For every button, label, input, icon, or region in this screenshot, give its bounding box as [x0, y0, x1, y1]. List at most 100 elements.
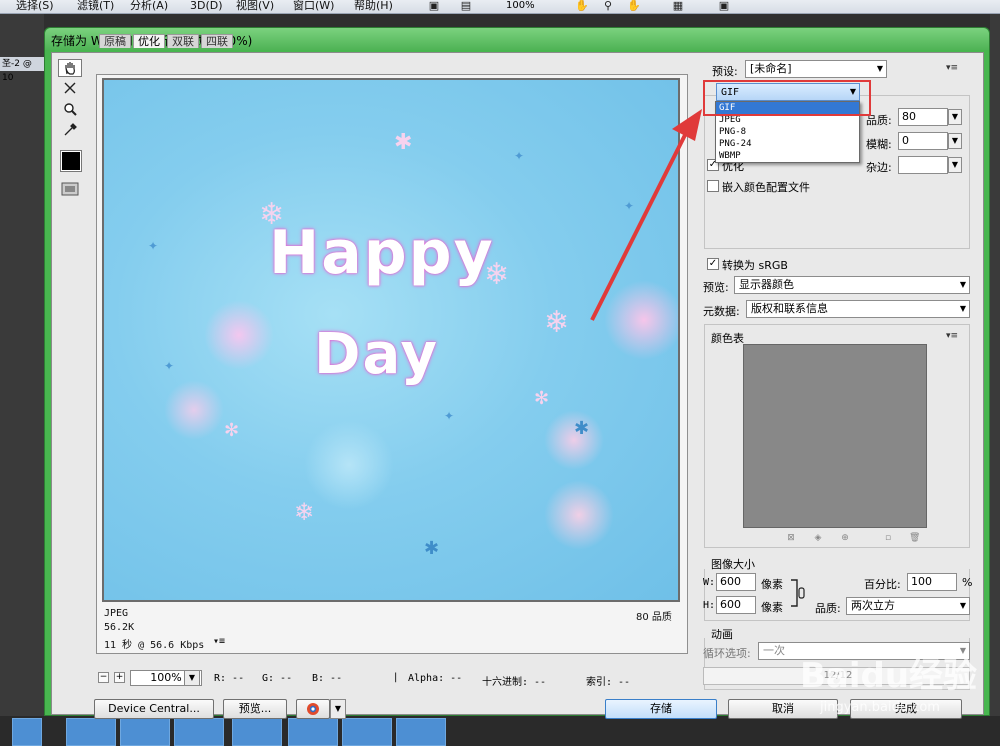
- tab-4-up[interactable]: 四联: [201, 34, 233, 48]
- color-table[interactable]: [743, 344, 927, 528]
- zoom-out-button[interactable]: −: [98, 672, 109, 683]
- snowflake-icon: ❄: [544, 305, 570, 340]
- matte-input[interactable]: [898, 156, 948, 174]
- snowflake-icon: ✻: [534, 388, 550, 409]
- image-text-happy: Happy: [269, 218, 495, 288]
- thumbnail[interactable]: [342, 718, 392, 746]
- width-unit: 像素: [761, 578, 783, 591]
- app-zoom-level[interactable]: 100%: [506, 0, 535, 12]
- thumbnail[interactable]: [66, 718, 116, 746]
- zoom-in-button[interactable]: +: [114, 672, 125, 683]
- embed-profile-label: 嵌入颜色配置文件: [722, 181, 810, 194]
- tab-optimized[interactable]: 优化: [133, 34, 165, 48]
- percent-unit: %: [962, 576, 973, 589]
- document-tab[interactable]: 圣-2 @ 10: [0, 57, 44, 83]
- readout-index: 索引: --: [586, 677, 631, 688]
- thumbnail[interactable]: [288, 718, 338, 746]
- trash-icon[interactable]: 🗑: [909, 533, 920, 543]
- bokeh-light: [304, 420, 394, 510]
- thumbnail[interactable]: [174, 718, 224, 746]
- quality-input[interactable]: 80: [898, 108, 948, 126]
- eyedropper-color-swatch[interactable]: [60, 150, 82, 172]
- tab-original[interactable]: 原稿: [99, 34, 131, 48]
- preview-color-value: 显示器颜色: [739, 278, 794, 291]
- metadata-select[interactable]: 版权和联系信息 ▼: [746, 300, 970, 318]
- zoom-dropdown-arrow-icon[interactable]: ▼: [184, 670, 200, 686]
- arrange-documents-icon[interactable]: ▦: [670, 0, 686, 12]
- menu-view[interactable]: 视图(V): [236, 0, 274, 12]
- color-table-title: 颜色表: [711, 332, 744, 345]
- format-option-wbmp[interactable]: WBMP: [716, 150, 859, 162]
- web-shift-icon[interactable]: ◈: [813, 533, 823, 543]
- thumbnail[interactable]: [12, 718, 42, 746]
- preset-select[interactable]: [未命名] ▼: [745, 60, 887, 78]
- rotate-view-icon[interactable]: ✋: [626, 0, 642, 12]
- menu-analysis[interactable]: 分析(A): [130, 0, 168, 12]
- preset-value: [未命名]: [750, 62, 792, 75]
- quality-dropdown-arrow-icon[interactable]: ▼: [948, 109, 962, 125]
- slice-select-icon[interactable]: [58, 79, 82, 97]
- tab-2-up[interactable]: 双联: [167, 34, 199, 48]
- menu-filter[interactable]: 滤镜(T): [77, 0, 114, 12]
- image-text-day: Day: [314, 322, 440, 387]
- screen-mode-icon[interactable]: ▣: [716, 0, 732, 12]
- optimized-quality: 80 品质: [636, 612, 672, 623]
- thumbnail[interactable]: [120, 718, 170, 746]
- thumbnail[interactable]: [232, 718, 282, 746]
- preview-color-select[interactable]: 显示器颜色 ▼: [734, 276, 970, 294]
- format-option-png24[interactable]: PNG-24: [716, 138, 859, 150]
- menu-3d[interactable]: 3D(D): [190, 0, 223, 12]
- height-unit: 像素: [761, 601, 783, 614]
- annotation-arrow: [590, 109, 702, 321]
- new-color-icon[interactable]: ▫: [883, 533, 893, 543]
- snowflake-icon: ✻: [224, 420, 240, 441]
- color-table-menu-icon[interactable]: ▾≡: [946, 331, 958, 341]
- matte-label: 杂边:: [866, 161, 892, 174]
- save-button[interactable]: 存储: [605, 699, 717, 719]
- constrain-proportions-icon[interactable]: [790, 578, 806, 608]
- zoom-tool-icon[interactable]: ⚲: [600, 0, 616, 12]
- app-menubar: 选择(S) 滤镜(T) 分析(A) 3D(D) 视图(V) 窗口(W) 帮助(H…: [0, 0, 1000, 14]
- zoom-tool-icon[interactable]: [58, 100, 82, 118]
- blur-input[interactable]: 0: [898, 132, 948, 150]
- lock-color-icon[interactable]: ⊕: [840, 533, 850, 543]
- resample-quality-value: 两次立方: [851, 599, 895, 612]
- thumbnail[interactable]: [396, 718, 446, 746]
- bridge-icon[interactable]: ▣: [426, 0, 442, 12]
- format-option-png8[interactable]: PNG-8: [716, 126, 859, 138]
- blur-dropdown-arrow-icon[interactable]: ▼: [948, 133, 962, 149]
- view-extras-icon[interactable]: ▤: [458, 0, 474, 12]
- snowflake-icon: ✱: [424, 538, 440, 559]
- readout-blue: B: --: [312, 673, 343, 684]
- matte-dropdown-arrow-icon[interactable]: ▼: [948, 157, 962, 173]
- preview-in-browser-button[interactable]: 预览...: [223, 699, 287, 719]
- menu-select[interactable]: 选择(S): [16, 0, 54, 12]
- settings-menu-icon[interactable]: ▾≡: [946, 63, 958, 73]
- chevron-down-icon: ▼: [959, 280, 966, 289]
- eyedropper-icon[interactable]: [58, 121, 82, 139]
- device-central-button[interactable]: Device Central...: [94, 699, 214, 719]
- bokeh-light: [544, 480, 614, 550]
- preview-tabs: 原稿 优化 双联 四联: [42, 34, 641, 48]
- browser-select-button[interactable]: [296, 699, 330, 719]
- convert-srgb-label: 转换为 sRGB: [722, 259, 788, 272]
- hand-tool-icon[interactable]: [58, 59, 82, 77]
- height-input[interactable]: 600: [716, 596, 756, 614]
- optimized-size: 56.2K: [104, 622, 135, 633]
- toggle-slices-icon[interactable]: [58, 180, 82, 198]
- browser-dropdown-arrow-icon[interactable]: ▼: [330, 699, 346, 719]
- width-input[interactable]: 600: [716, 573, 756, 591]
- snowflake-icon: ✱: [574, 418, 590, 439]
- status-divider: |: [394, 672, 398, 683]
- readout-alpha: Alpha: --: [408, 673, 463, 684]
- download-speed-menu-icon[interactable]: ▾≡: [213, 636, 225, 647]
- menu-window[interactable]: 窗口(W): [293, 0, 334, 12]
- menu-help[interactable]: 帮助(H): [354, 0, 393, 12]
- percent-input[interactable]: 100: [907, 573, 957, 591]
- map-color-icon[interactable]: ⊠: [786, 533, 796, 543]
- snowflake-icon: ✦: [514, 149, 525, 163]
- resample-quality-select[interactable]: 两次立方 ▼: [846, 597, 970, 615]
- hand-tool-icon[interactable]: ✋: [574, 0, 590, 12]
- download-time: 11 秒 @ 56.6 Kbps: [104, 640, 205, 651]
- percent-label: 百分比:: [864, 578, 901, 591]
